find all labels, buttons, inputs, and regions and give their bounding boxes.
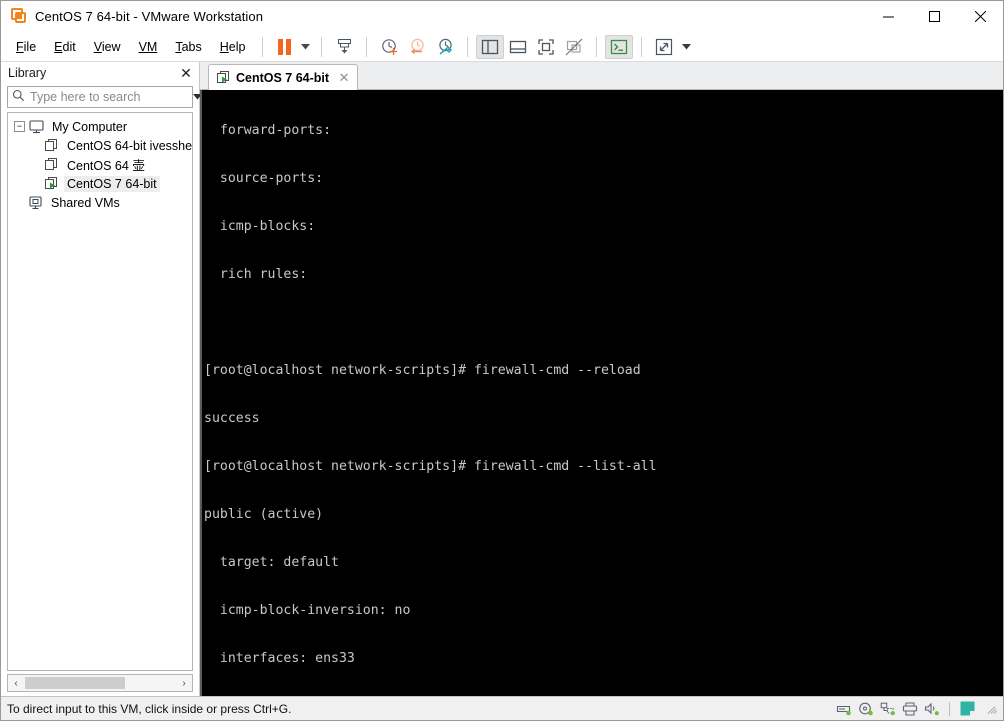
show-library-button[interactable]	[476, 34, 505, 59]
menu-vm[interactable]: VM	[130, 37, 167, 57]
library-horizontal-scrollbar[interactable]: ‹ ›	[7, 674, 193, 692]
search-box[interactable]	[7, 86, 202, 108]
terminal-line: source-ports:	[204, 171, 324, 186]
sound-card-status-icon[interactable]	[923, 701, 940, 717]
shared-vms-icon	[28, 195, 43, 210]
collapse-expander-icon[interactable]: −	[14, 121, 25, 132]
vmware-workstation-window: CentOS 7 64-bit - VMware Workstation FFi…	[0, 0, 1004, 721]
vm-main-area: CentOS 7 64-bit ✕ forward-ports: source-…	[200, 62, 1003, 696]
full-screen-button[interactable]	[532, 35, 560, 59]
sidebar-item-label: Shared VMs	[51, 195, 120, 210]
close-button[interactable]	[957, 1, 1003, 32]
unity-mode-button[interactable]	[560, 35, 588, 59]
terminal-line: forward-ports:	[204, 123, 332, 138]
vm-indicator-icon[interactable]	[959, 701, 976, 717]
window-controls	[865, 1, 1003, 32]
vm-console-screen[interactable]: forward-ports: source-ports: icmp-blocks…	[200, 90, 1003, 696]
library-title: Library	[8, 66, 47, 80]
terminal-line: target: default	[204, 555, 339, 570]
vmware-logo-icon	[11, 8, 27, 24]
search-icon	[12, 89, 25, 105]
terminal-output: forward-ports: source-ports: icmp-blocks…	[204, 91, 1003, 696]
revert-snapshot-button[interactable]	[403, 35, 431, 59]
tab-centos-7-64-bit[interactable]: CentOS 7 64-bit ✕	[208, 64, 359, 90]
terminal-line: interfaces: ens33	[204, 651, 355, 666]
tree-root-label: My Computer	[52, 119, 128, 134]
terminal-line: rich rules:	[204, 267, 308, 282]
console-view-button[interactable]	[605, 34, 634, 59]
menu-edit[interactable]: Edit	[45, 37, 85, 57]
stretch-dropdown-caret[interactable]	[678, 35, 694, 59]
sidebar-item-label: CentOS 64 壶	[67, 159, 145, 173]
sidebar-item-centos-64[interactable]: CentOS 64 壶	[8, 155, 192, 174]
tab-strip: CentOS 7 64-bit ✕	[200, 62, 1003, 90]
network-adapter-status-icon[interactable]	[879, 701, 896, 717]
menu-view[interactable]: View	[85, 37, 130, 57]
take-snapshot-button[interactable]	[375, 35, 403, 59]
library-header: Library ✕	[1, 62, 199, 84]
tree-root-my-computer[interactable]: − My Computer	[8, 117, 192, 136]
vm-stopped-icon	[45, 158, 59, 171]
library-close-icon[interactable]: ✕	[177, 64, 195, 82]
main-body: Library ✕ Type here to search − My Compu…	[1, 62, 1003, 696]
manage-snapshots-button[interactable]	[431, 35, 459, 59]
scrollbar-thumb[interactable]	[25, 677, 125, 689]
power-dropdown-caret[interactable]	[297, 35, 313, 59]
toolbar-separator	[366, 36, 368, 57]
menu-file[interactable]: FFileile	[7, 37, 45, 57]
minimize-button[interactable]	[865, 1, 911, 32]
status-message: To direct input to this VM, click inside…	[7, 701, 292, 716]
terminal-line: [root@localhost network-scripts]# firewa…	[204, 459, 657, 474]
library-panel: Library ✕ Type here to search − My Compu…	[1, 62, 202, 696]
scroll-left-arrow[interactable]: ‹	[8, 675, 24, 691]
toolbar-separator	[467, 36, 469, 57]
sidebar-item-label: CentOS 64-bit ivesshe	[67, 138, 193, 153]
scroll-right-arrow[interactable]: ›	[176, 675, 192, 691]
printer-status-icon[interactable]	[901, 701, 918, 717]
status-separator	[949, 701, 950, 716]
tab-close-icon[interactable]: ✕	[337, 70, 351, 85]
maximize-button[interactable]	[911, 1, 957, 32]
terminal-line: icmp-blocks:	[204, 219, 316, 234]
status-bar: To direct input to this VM, click inside…	[1, 696, 1003, 720]
library-search-wrap	[1, 84, 202, 112]
send-ctrl-alt-del-button[interactable]	[330, 35, 358, 59]
toolbar-separator	[641, 36, 643, 57]
terminal-line: icmp-block-inversion: no	[204, 603, 411, 618]
menu-tabs[interactable]: Tabs	[166, 37, 210, 57]
pause-vm-button[interactable]	[271, 35, 297, 59]
stretch-view-button[interactable]	[650, 35, 678, 59]
terminal-line: public (active)	[204, 507, 324, 522]
vm-stopped-icon	[45, 139, 59, 152]
computer-icon	[29, 119, 44, 134]
hard-disk-status-icon[interactable]	[835, 701, 852, 717]
terminal-line: [root@localhost network-scripts]# firewa…	[204, 363, 641, 378]
toolbar-separator	[596, 36, 598, 57]
tab-label: CentOS 7 64-bit	[236, 70, 330, 85]
scrollbar-track[interactable]	[24, 677, 176, 689]
terminal-line: success	[204, 411, 260, 426]
vm-tree: − My Computer CentOS 64-bit ivesshe Cent…	[7, 112, 193, 671]
cd-dvd-status-icon[interactable]	[857, 701, 874, 717]
menu-help[interactable]: Help	[211, 37, 255, 57]
resize-grip-icon[interactable]	[985, 702, 999, 716]
show-thumbnail-bar-button[interactable]	[504, 35, 532, 59]
sidebar-item-shared-vms[interactable]: Shared VMs	[8, 193, 192, 212]
toolbar-separator	[262, 36, 264, 57]
sidebar-item-centos-64-bit-ivesshe[interactable]: CentOS 64-bit ivesshe	[8, 136, 192, 155]
vm-running-icon	[217, 71, 231, 84]
window-title: CentOS 7 64-bit - VMware Workstation	[35, 8, 264, 24]
sidebar-item-label: CentOS 7 64-bit	[64, 175, 160, 192]
vm-running-icon	[45, 177, 59, 190]
search-input[interactable]	[25, 90, 191, 104]
title-bar: CentOS 7 64-bit - VMware Workstation	[1, 1, 1003, 32]
menu-toolbar: FFileile Edit View VM Tabs Help	[1, 32, 1003, 62]
status-device-icons	[835, 701, 999, 717]
toolbar-separator	[321, 36, 323, 57]
pause-icon	[277, 38, 291, 55]
sidebar-item-centos-7-64-bit[interactable]: CentOS 7 64-bit	[8, 174, 192, 193]
